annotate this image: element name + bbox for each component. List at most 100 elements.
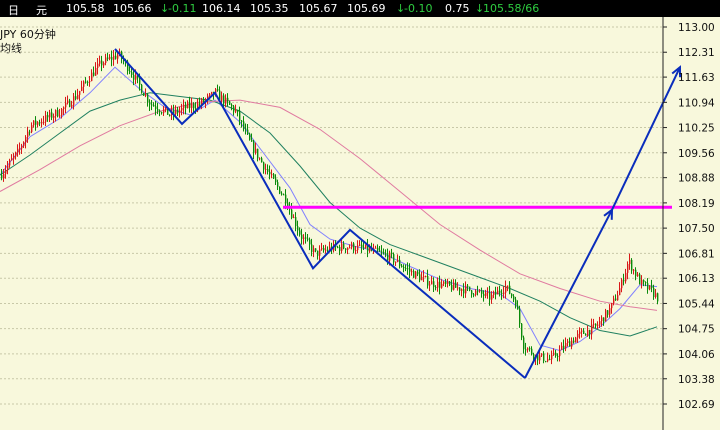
- candle-body: [129, 71, 131, 73]
- candle-body: [101, 60, 103, 66]
- y-tick-label: 111.63: [678, 72, 715, 84]
- candle-body: [419, 274, 421, 281]
- candle-body: [579, 331, 581, 334]
- candle-body: [635, 269, 637, 277]
- candle-body: [351, 243, 353, 248]
- candle-body: [421, 276, 423, 281]
- candle-body: [191, 103, 193, 108]
- candle-body: [645, 282, 647, 284]
- candle-body: [483, 293, 485, 296]
- candle-body: [79, 90, 81, 95]
- candle-body: [305, 237, 307, 239]
- candle-body: [45, 115, 47, 122]
- candle-body: [449, 281, 451, 285]
- candle-body: [507, 285, 509, 287]
- candle-body: [19, 148, 21, 150]
- candle-body: [501, 292, 503, 294]
- candle-body: [65, 102, 67, 108]
- candle-body: [561, 345, 563, 350]
- candle-body: [267, 168, 269, 172]
- candle-body: [193, 103, 195, 109]
- candle-body: [365, 244, 367, 249]
- candle-body: [169, 114, 171, 116]
- candle-body: [385, 253, 387, 255]
- candle-body: [369, 247, 371, 252]
- candle-body: [601, 317, 603, 322]
- candle-body: [397, 259, 399, 262]
- candle-body: [221, 95, 223, 100]
- candle-body: [199, 103, 201, 105]
- candle-body: [251, 139, 253, 142]
- candle-body: [327, 249, 329, 251]
- candle-body: [519, 309, 521, 324]
- candle-body: [99, 60, 101, 64]
- candle-body: [73, 96, 75, 105]
- y-tick-label: 110.25: [678, 123, 715, 135]
- candle-body: [95, 67, 97, 76]
- candle-body: [403, 267, 405, 269]
- candle-body: [429, 284, 431, 286]
- y-tick-label: 108.88: [678, 173, 715, 185]
- candle-body: [243, 121, 245, 129]
- y-tick-label: 107.50: [678, 223, 715, 235]
- candle-body: [633, 269, 635, 271]
- candle-body: [35, 120, 37, 125]
- candle-body: [505, 286, 507, 293]
- candle-body: [71, 104, 73, 107]
- y-tick-label: 109.56: [678, 148, 715, 160]
- candle-body: [47, 115, 49, 118]
- candle-body: [381, 251, 383, 253]
- candle-body: [637, 274, 639, 277]
- candle-body: [463, 289, 465, 294]
- candle-body: [431, 281, 433, 285]
- candle-body: [585, 333, 587, 336]
- candle-body: [565, 342, 567, 349]
- trend-line: [524, 209, 613, 379]
- candle-body: [547, 358, 549, 362]
- candle-body: [467, 285, 469, 287]
- candle-body: [107, 57, 109, 59]
- candle-body: [563, 345, 565, 349]
- candle-body: [147, 94, 149, 103]
- candle-body: [517, 305, 519, 310]
- candle-body: [515, 299, 517, 306]
- candle-body: [461, 289, 463, 291]
- candle-body: [83, 81, 85, 87]
- candle-body: [33, 120, 35, 126]
- candle-body: [409, 268, 411, 272]
- candle-body: [301, 234, 303, 239]
- candle-body: [109, 56, 111, 59]
- candle-body: [265, 168, 267, 170]
- candle-body: [439, 281, 441, 288]
- candle-body: [627, 264, 629, 273]
- candle-body: [425, 276, 427, 278]
- candle-body: [413, 271, 415, 278]
- candle-body: [229, 101, 231, 105]
- candle-body: [531, 348, 533, 355]
- candle-body: [557, 355, 559, 357]
- candle-body: [623, 279, 625, 282]
- candle-body: [295, 217, 297, 227]
- candle-body: [315, 248, 317, 251]
- y-tick-label: 113.00: [678, 22, 715, 34]
- candle-body: [37, 122, 39, 125]
- candle-body: [29, 131, 31, 133]
- candle-body: [619, 288, 621, 296]
- candle-body: [343, 243, 345, 249]
- ma_mid-line: [0, 92, 658, 337]
- ma_short-line: [0, 66, 658, 352]
- candle-body: [69, 100, 71, 107]
- candle-body: [231, 104, 233, 107]
- candle-body: [61, 108, 63, 116]
- candle-body: [291, 209, 293, 218]
- candle-body: [643, 279, 645, 283]
- candle-body: [187, 102, 189, 109]
- candle-body: [399, 259, 401, 266]
- candle-body: [323, 248, 325, 251]
- candle-body: [1, 175, 3, 179]
- candle-body: [89, 81, 91, 83]
- candle-body: [7, 165, 9, 171]
- candle-body: [253, 141, 255, 153]
- candle-body: [227, 97, 229, 102]
- candle-body: [503, 292, 505, 294]
